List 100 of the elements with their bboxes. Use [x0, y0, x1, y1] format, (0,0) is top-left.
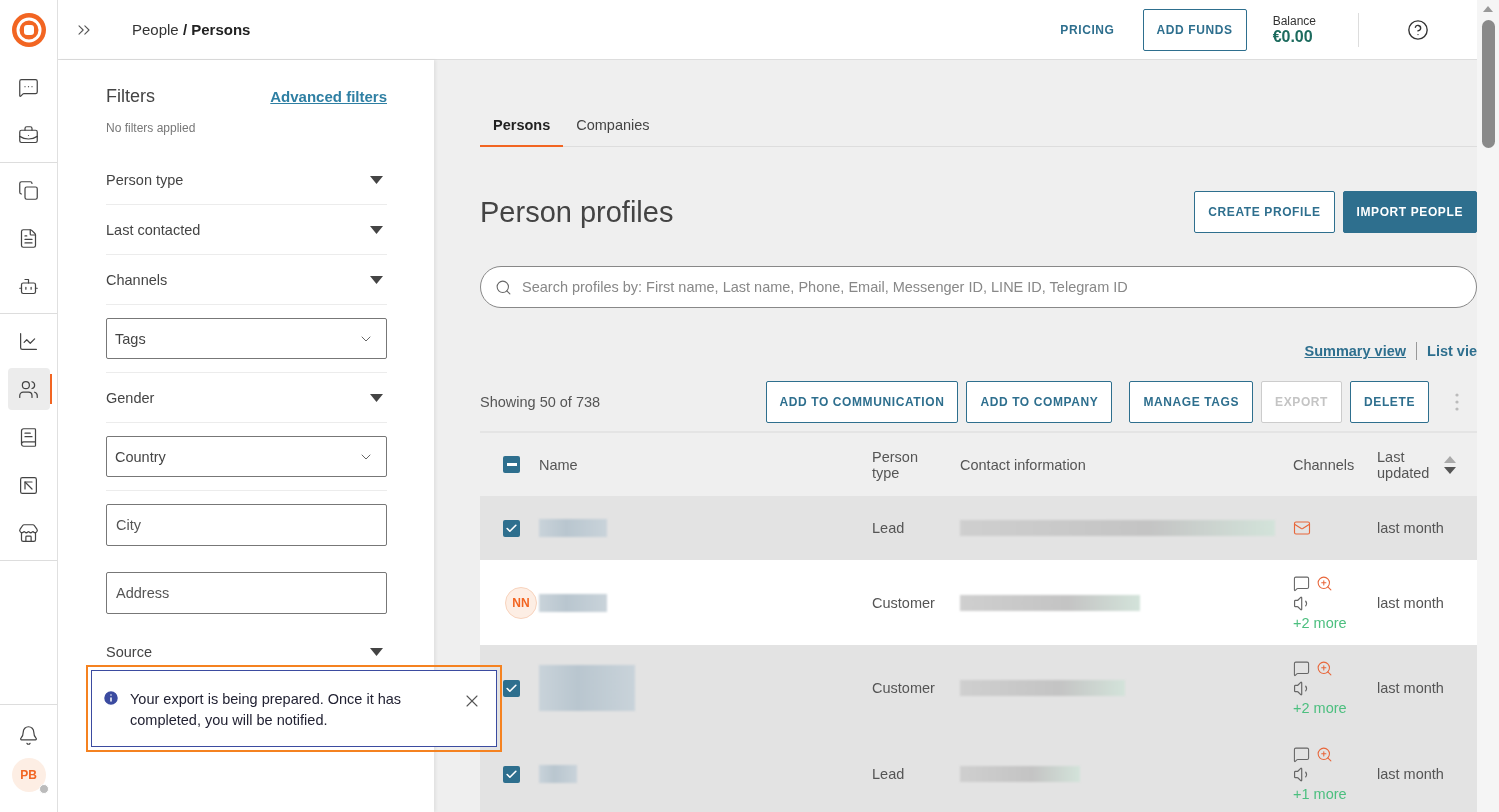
tab[interactable]: Persons	[480, 108, 564, 147]
nav-item[interactable]	[7, 368, 50, 410]
select-all-checkbox[interactable]	[503, 456, 520, 473]
bell-icon[interactable]	[18, 725, 39, 746]
mail-icon	[1293, 519, 1311, 537]
minus-icon	[506, 463, 517, 466]
add-funds-button[interactable]: ADD FUNDS	[1142, 8, 1247, 51]
chat-icon	[1293, 574, 1310, 592]
search-input[interactable]: Search profiles by: First name, Last name, Phone, Email, Messenger ID, LINE ID, Telegram ID	[520, 278, 1462, 296]
briefcase-code-icon	[18, 124, 39, 146]
action-button[interactable]: ADD TO COMMUNICATION	[765, 381, 959, 423]
row-checkbox[interactable]	[503, 765, 520, 783]
magnifier-icon	[1316, 574, 1333, 592]
chat-icon	[1293, 660, 1310, 677]
result-count: Showing 50 of 738	[480, 394, 601, 410]
person-type: Lead	[872, 520, 906, 536]
blurred-name	[539, 593, 607, 612]
search-icon	[495, 278, 512, 296]
breadcrumb-link[interactable]: People	[132, 21, 179, 38]
filter-dropdown[interactable]: Channels	[106, 255, 387, 305]
copy-icon	[18, 179, 39, 201]
search-field[interactable]: Search profiles by: First name, Last name, Phone, Email, Messenger ID, LINE ID, Telegram ID	[480, 266, 1477, 308]
chat-icon	[18, 76, 39, 98]
filter-label: Channels	[106, 271, 168, 288]
row-checkbox[interactable]	[503, 679, 520, 697]
filter-dropdown[interactable]: Last contacted	[106, 205, 387, 255]
more-channels-text: +2 more	[1293, 700, 1348, 716]
scroll-up-icon[interactable]	[1483, 6, 1493, 12]
filter-label: Last contacted	[106, 221, 201, 238]
select-field[interactable]: Country	[106, 436, 387, 477]
person-type: Customer	[872, 594, 936, 611]
scroll-thumb[interactable]	[1481, 20, 1495, 148]
table-row[interactable]: Lead +1 more last month	[480, 731, 1477, 812]
triangle-down-icon	[370, 647, 383, 656]
more-channels-text: +1 more	[1293, 786, 1348, 802]
table-row[interactable]: Customer +2 more last month	[480, 645, 1477, 731]
filter-label: Source	[106, 643, 152, 660]
people-icon	[18, 378, 39, 400]
column-header: Last updated	[1377, 448, 1431, 481]
triangle-down-icon	[370, 393, 383, 402]
triangle-down-icon	[370, 175, 383, 184]
filter-dropdown[interactable]: Gender	[106, 373, 387, 423]
info-icon	[102, 689, 120, 707]
magnifier-icon	[1316, 746, 1333, 763]
filter-label: Person type	[106, 171, 184, 188]
action-button[interactable]: DELETE	[1350, 381, 1429, 423]
check-icon	[505, 767, 518, 781]
chat-icon	[1293, 746, 1310, 763]
filters-status: No filters applied	[106, 121, 197, 135]
filter-dropdown[interactable]: Person type	[106, 155, 387, 205]
balance-label: Balance	[1272, 13, 1316, 28]
blurred-name	[539, 519, 607, 537]
pricing-button[interactable]: PRICING	[1048, 14, 1127, 45]
store-icon	[18, 522, 39, 544]
input-field[interactable]: Address	[106, 572, 387, 614]
import-button[interactable]: IMPORT PEOPLE	[1342, 191, 1477, 233]
table-row[interactable]: NN Customer +2 more last month	[480, 560, 1477, 645]
triangle-down-icon	[370, 275, 383, 284]
last-updated: last month	[1377, 520, 1445, 536]
check-icon	[505, 681, 518, 695]
page-title: Person profiles	[480, 195, 674, 229]
blurred-name	[539, 765, 577, 783]
book-icon	[18, 426, 39, 448]
more-channels-text: +2 more	[1293, 614, 1348, 631]
view-link[interactable]: Summary view	[1304, 343, 1407, 359]
document-icon	[18, 227, 39, 249]
row-checkbox[interactable]	[503, 519, 520, 537]
breadcrumb-current: / Persons	[182, 21, 251, 38]
check-icon	[505, 521, 518, 535]
column-header: Contact information	[960, 456, 1087, 473]
person-type: Lead	[872, 766, 906, 782]
status-dot	[38, 784, 49, 794]
last-updated: last month	[1377, 680, 1445, 696]
last-updated: last month	[1377, 594, 1445, 611]
create-button[interactable]: CREATE PROFILE	[1194, 191, 1335, 233]
advanced-filters-link[interactable]: Advanced filters	[270, 88, 387, 105]
chart-icon	[18, 330, 39, 352]
balance-amount: €0.00	[1272, 27, 1314, 46]
column-header: Channels	[1293, 456, 1356, 473]
sort-icon[interactable]	[1443, 454, 1457, 475]
column-header: Name	[539, 456, 579, 473]
last-updated: last month	[1377, 766, 1445, 782]
select-field[interactable]: Tags	[106, 318, 387, 359]
toast-message: Your export is being prepared. Once it has completed, you will be notified.	[130, 690, 403, 730]
action-button[interactable]: ADD TO COMPANY	[966, 381, 1113, 423]
view-link[interactable]: List vie	[1427, 343, 1477, 359]
help-icon[interactable]	[1407, 18, 1429, 41]
column-header: Person type	[872, 448, 919, 481]
input-field[interactable]: City	[106, 504, 387, 546]
tab[interactable]: Companies	[563, 108, 663, 147]
triangle-down-icon	[370, 225, 383, 234]
magnifier-icon	[1316, 660, 1333, 677]
filter-label: Gender	[106, 389, 155, 406]
logo-icon	[11, 13, 46, 47]
scrollbar[interactable]	[1477, 0, 1499, 812]
person-type: Customer	[872, 680, 936, 696]
action-button[interactable]: MANAGE TAGS	[1129, 381, 1254, 423]
row-avatar: NN	[505, 586, 537, 619]
filters-title: Filters	[106, 86, 155, 107]
table-row[interactable]: Lead last month	[480, 496, 1477, 560]
